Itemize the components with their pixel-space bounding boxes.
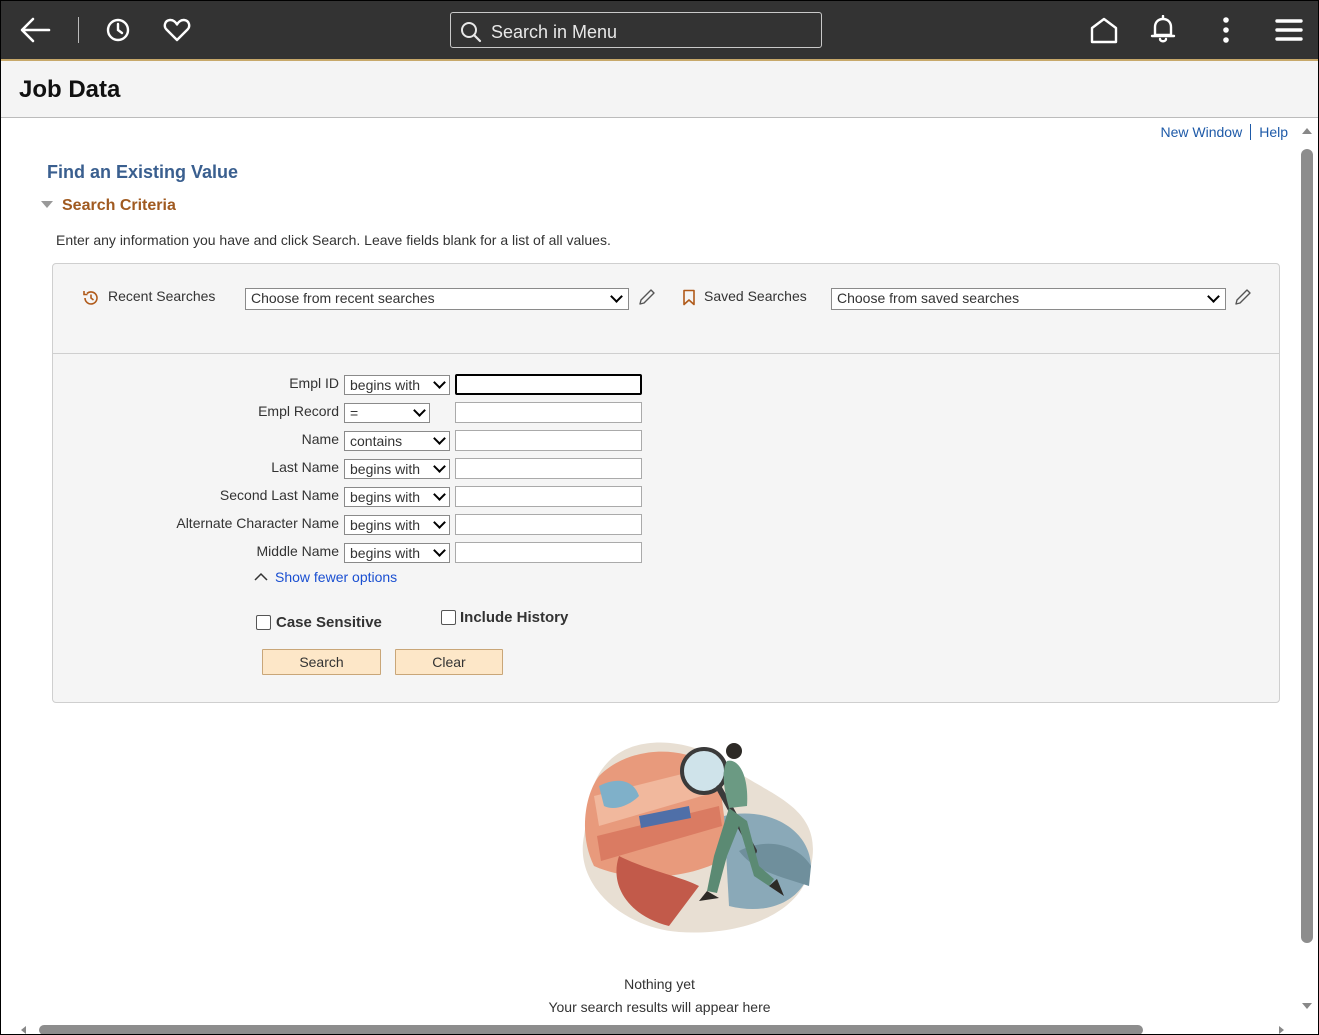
- chevron-down-icon: [433, 432, 446, 445]
- chevron-down-icon: [433, 376, 446, 389]
- collapse-triangle-icon: [41, 201, 53, 208]
- name-operator-select[interactable]: contains: [344, 431, 450, 451]
- nav-divider: [78, 17, 79, 43]
- chevron-down-icon: [610, 290, 623, 303]
- case-sensitive-label: Case Sensitive: [276, 614, 382, 631]
- show-fewer-options-link[interactable]: Show fewer options: [253, 569, 397, 585]
- middle-name-input[interactable]: [455, 542, 642, 563]
- name-operator-value: contains: [350, 433, 403, 449]
- horizontal-scroll-thumb[interactable]: [39, 1025, 1143, 1034]
- empl-id-operator-select[interactable]: begins with: [344, 375, 450, 395]
- search-criteria-label: Search Criteria: [62, 197, 176, 214]
- empl-id-input[interactable]: [455, 374, 642, 395]
- recent-searches-label: Recent Searches: [108, 288, 216, 304]
- second-last-name-label: Second Last Name: [219, 487, 339, 503]
- app-window: Search in Menu Job Data New Window Help F…: [0, 0, 1319, 1035]
- horizontal-scrollbar[interactable]: [1, 1023, 1297, 1034]
- chevron-down-icon: [433, 460, 446, 473]
- recent-searches-select[interactable]: Choose from recent searches: [245, 288, 629, 310]
- menu-search-placeholder: Search in Menu: [491, 22, 618, 42]
- panel-divider: [53, 353, 1279, 354]
- menu-search-input[interactable]: Search in Menu: [450, 12, 822, 48]
- recent-history-icon[interactable]: [104, 16, 132, 49]
- search-criteria-panel: [52, 263, 1280, 703]
- home-icon[interactable]: [1089, 16, 1119, 49]
- saved-searches-label: Saved Searches: [704, 288, 807, 304]
- back-arrow-icon[interactable]: [19, 15, 51, 50]
- last-name-operator-select[interactable]: begins with: [344, 459, 450, 479]
- alternate-character-name-label: Alternate Character Name: [176, 515, 339, 531]
- top-nav-bar: Search in Menu: [1, 1, 1318, 61]
- search-criteria-header[interactable]: Search Criteria: [41, 197, 176, 215]
- middle-name-operator-select[interactable]: begins with: [344, 543, 450, 563]
- scroll-left-arrow-icon[interactable]: [21, 1026, 26, 1034]
- chevron-up-icon: [253, 569, 275, 585]
- recent-searches-icon: [82, 289, 100, 312]
- empl-id-operator-value: begins with: [350, 377, 421, 393]
- empl-id-label: Empl ID: [289, 375, 339, 391]
- empl-record-operator-select[interactable]: =: [344, 403, 430, 423]
- edit-recent-pencil-icon[interactable]: [637, 287, 657, 312]
- middle-name-label: Middle Name: [256, 543, 339, 559]
- link-separator: [1250, 124, 1252, 140]
- empl-record-label: Empl Record: [258, 403, 339, 419]
- middle-name-operator-value: begins with: [350, 545, 421, 561]
- new-window-link[interactable]: New Window: [1161, 124, 1243, 140]
- find-existing-value-heading: Find an Existing Value: [47, 162, 239, 182]
- empty-results-title: Nothing yet: [624, 976, 695, 992]
- second-last-name-operator-value: begins with: [350, 489, 421, 505]
- chevron-down-icon: [413, 404, 426, 417]
- search-button[interactable]: Search: [262, 649, 381, 675]
- chevron-down-icon: [433, 488, 446, 501]
- page-title-bar: Job Data: [1, 61, 1318, 118]
- last-name-input[interactable]: [455, 458, 642, 479]
- chevron-down-icon: [433, 544, 446, 557]
- name-label: Name: [301, 431, 339, 447]
- last-name-operator-value: begins with: [350, 461, 421, 477]
- vertical-scroll-thumb[interactable]: [1301, 149, 1313, 943]
- second-last-name-input[interactable]: [455, 486, 642, 507]
- chevron-down-icon: [1207, 290, 1220, 303]
- show-fewer-options-label: Show fewer options: [275, 569, 398, 585]
- empl-record-operator-value: =: [350, 405, 359, 421]
- alternate-character-name-operator-select[interactable]: begins with: [344, 515, 450, 535]
- more-options-icon[interactable]: [1219, 15, 1233, 50]
- name-input[interactable]: [455, 430, 642, 451]
- top-links: New Window Help: [1161, 124, 1288, 140]
- search-illustration: [579, 736, 819, 946]
- hamburger-menu-icon[interactable]: [1275, 18, 1303, 47]
- case-sensitive-checkbox[interactable]: [256, 615, 271, 630]
- search-instructions: Enter any information you have and click…: [56, 232, 611, 248]
- recent-searches-value: Choose from recent searches: [251, 290, 435, 306]
- scroll-right-arrow-icon[interactable]: [1279, 1026, 1284, 1034]
- favorites-heart-icon[interactable]: [163, 17, 191, 48]
- notifications-bell-icon[interactable]: [1150, 14, 1176, 50]
- search-icon: [460, 21, 482, 48]
- edit-saved-pencil-icon[interactable]: [1233, 287, 1253, 312]
- empty-results-message: Your search results will appear here: [548, 999, 771, 1015]
- empl-record-input[interactable]: [455, 402, 642, 423]
- include-history-checkbox[interactable]: [441, 610, 456, 625]
- chevron-down-icon: [433, 516, 446, 529]
- alternate-character-name-operator-value: begins with: [350, 517, 421, 533]
- vertical-scrollbar[interactable]: [1297, 119, 1317, 1024]
- scroll-down-arrow-icon[interactable]: [1302, 1003, 1312, 1009]
- saved-searches-bookmark-icon: [682, 289, 696, 311]
- help-link[interactable]: Help: [1259, 124, 1288, 140]
- include-history-label: Include History: [460, 609, 569, 626]
- alternate-character-name-input[interactable]: [455, 514, 642, 535]
- scroll-up-arrow-icon[interactable]: [1302, 128, 1312, 134]
- clear-button[interactable]: Clear: [395, 649, 503, 675]
- saved-searches-select[interactable]: Choose from saved searches: [831, 288, 1226, 310]
- last-name-label: Last Name: [271, 459, 339, 475]
- saved-searches-value: Choose from saved searches: [837, 290, 1020, 306]
- page-title: Job Data: [19, 76, 121, 103]
- second-last-name-operator-select[interactable]: begins with: [344, 487, 450, 507]
